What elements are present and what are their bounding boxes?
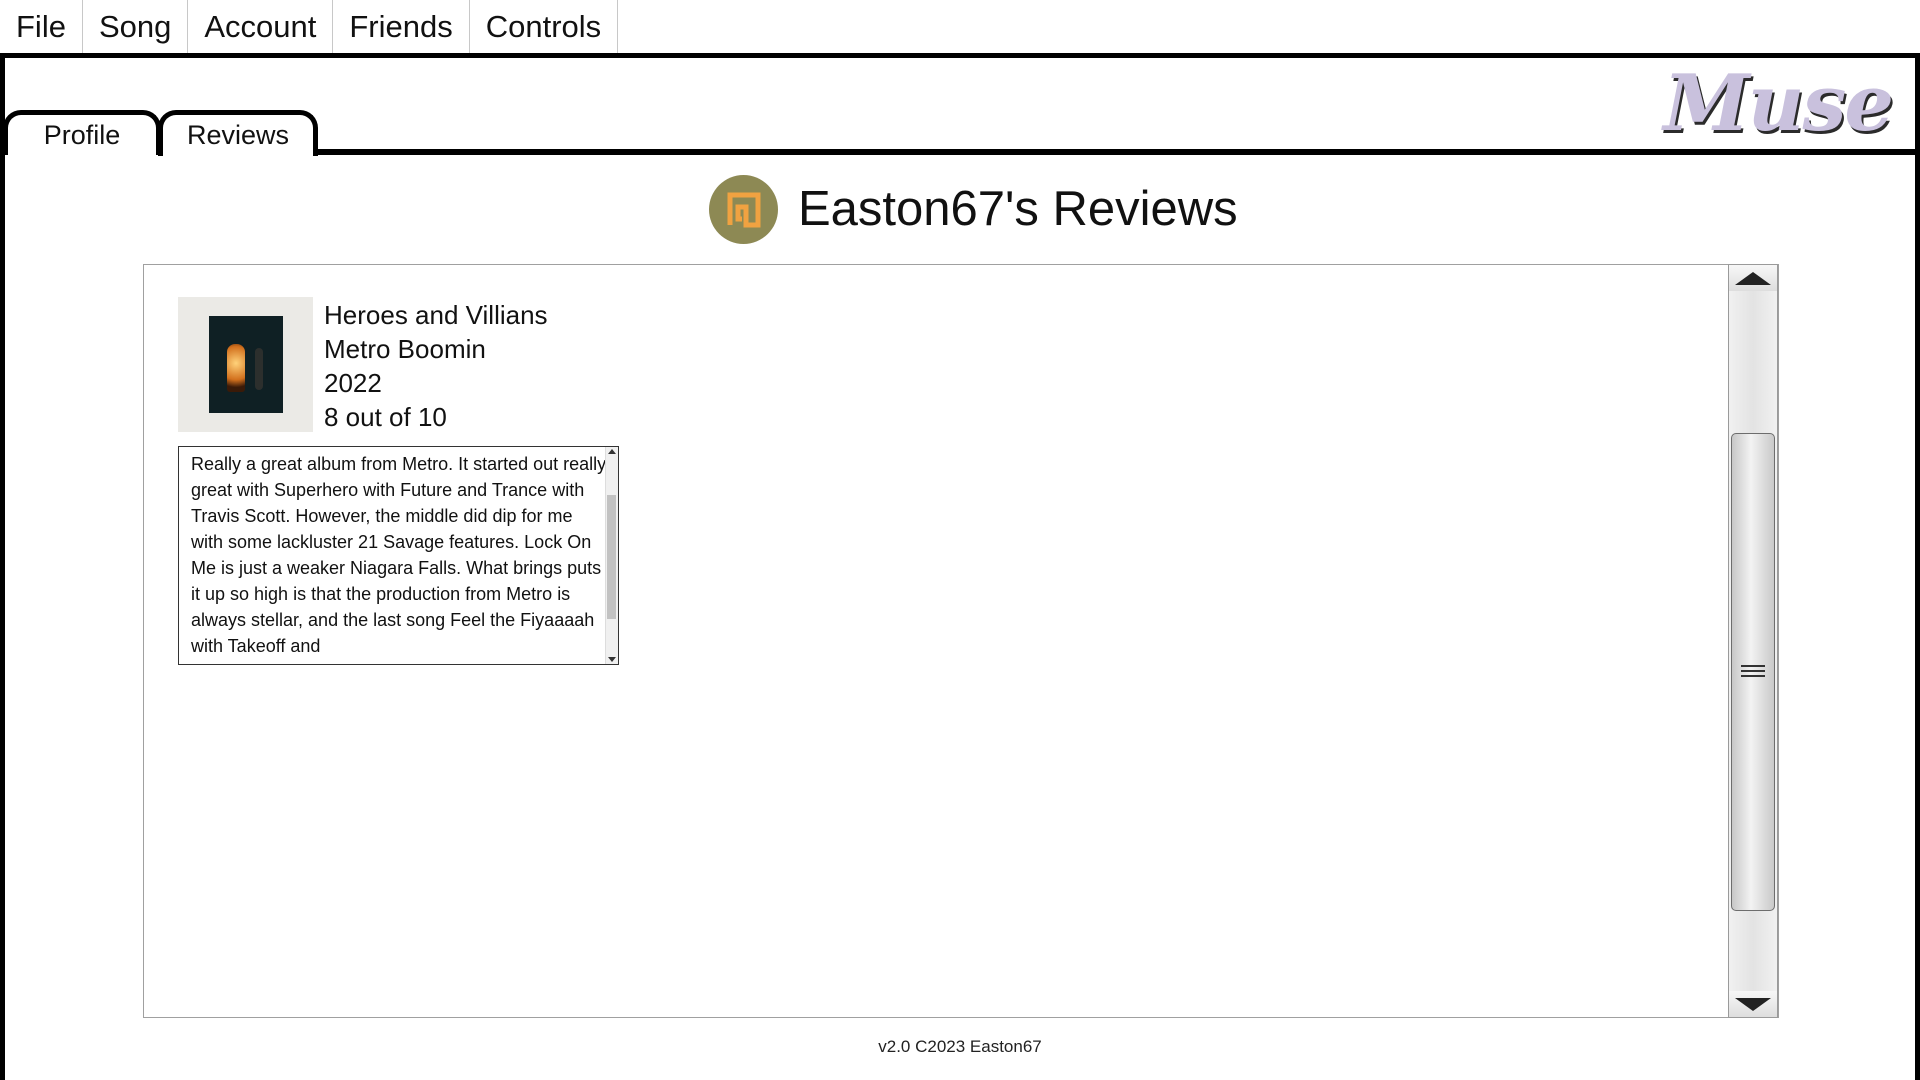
menu-account[interactable]: Account [188,0,334,53]
tab-profile[interactable]: Profile [3,110,161,155]
scroll-up-button[interactable] [1729,265,1777,291]
scroll-down-button[interactable] [1729,991,1777,1017]
artist-name: Metro Boomin [324,334,486,364]
review-text-box[interactable]: Really a great album from Metro. It star… [178,446,619,665]
muse-logo: Muse [1663,58,1894,149]
album-title: Heroes and Villians [324,300,548,330]
scroll-down-icon[interactable] [608,657,616,662]
review-scroll-thumb[interactable] [607,495,616,619]
tab-profile-label: Profile [43,119,121,150]
avatar [709,174,778,244]
reviews-scrollbar[interactable] [1728,264,1778,1018]
grip-icon [1741,665,1765,679]
version-footer: v2.0 C2023 Easton67 [878,1037,1042,1056]
page-header: Easton67's Reviews [709,174,1238,244]
review-meta: Heroes and Villians Metro Boomin 2022 8 … [324,298,548,434]
tab-reviews-label: Reviews [186,120,290,150]
album-cover-frame[interactable] [178,297,313,432]
tab-reviews[interactable]: Reviews [158,110,318,162]
rating: 8 out of 10 [324,402,447,432]
page-title: Easton67's Reviews [798,182,1238,236]
review-text: Really a great album from Metro. It star… [191,454,607,656]
arrow-up-icon [1735,271,1771,285]
review-text-scrollbar[interactable] [605,447,618,664]
scroll-up-icon[interactable] [608,449,616,454]
menu-friends[interactable]: Friends [333,0,470,53]
menu-bar: File Song Account Friends Controls [0,0,619,53]
album-cover-image [208,316,283,413]
arrow-down-icon [1735,997,1771,1011]
scroll-thumb[interactable] [1731,433,1775,911]
user-glyph-icon [727,192,760,228]
menu-controls[interactable]: Controls [470,0,619,53]
menu-song[interactable]: Song [83,0,189,53]
release-year: 2022 [324,368,382,398]
menu-file[interactable]: File [0,0,83,53]
